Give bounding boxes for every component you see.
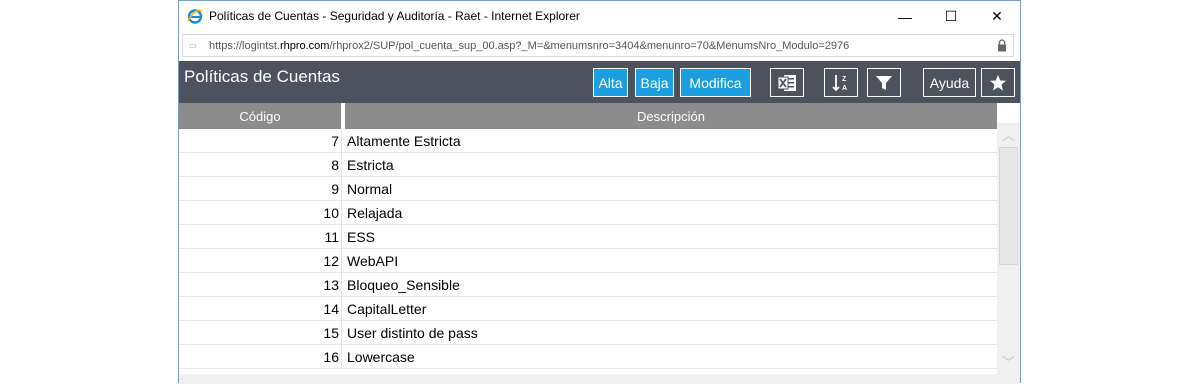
table-row[interactable]: 15 User distinto de pass [179,321,997,345]
svg-text:A: A [842,85,847,92]
favorite-button[interactable] [981,68,1015,97]
code-cell: 9 [179,177,342,201]
maximize-icon: ☐ [944,8,958,24]
description-cell: Lowercase [347,349,415,365]
page-icon: ▭ [189,41,197,50]
window-title: Políticas de Cuentas - Seguridad y Audit… [209,9,580,23]
filter-button[interactable] [867,68,901,97]
url-path: /rhprox2/SUP/pol_cuenta_sup_00.asp?_M=&m… [329,40,850,52]
sort-button[interactable]: Z A [824,68,858,97]
table-row[interactable]: 14 CapitalLetter [179,297,997,321]
description-cell: Bloqueo_Sensible [347,277,460,293]
browser-window: Políticas de Cuentas - Seguridad y Audit… [178,0,1021,384]
lock-icon [998,39,1006,52]
description-cell: Altamente Estricta [347,133,461,149]
page-title: Políticas de Cuentas [184,67,340,86]
ayuda-button[interactable]: Ayuda [923,68,976,97]
description-cell: WebAPI [347,253,399,269]
code-cell: 8 [179,153,342,177]
scrollbar-thumb[interactable] [999,147,1018,265]
table-row[interactable]: 16 Lowercase [179,345,997,369]
maximize-button[interactable]: ☐ [928,1,974,32]
filter-icon [876,75,892,90]
code-cell: 7 [179,129,342,153]
code-cell: 13 [179,273,342,297]
url-domain: rhpro.com [279,40,330,52]
description-cell: User distinto de pass [347,325,478,341]
code-cell: 11 [179,225,342,249]
description-cell: ESS [347,229,376,245]
svg-text:Z: Z [842,76,847,83]
internet-explorer-icon [187,9,203,24]
close-button[interactable]: ✕ [974,1,1020,32]
code-cell: 14 [179,297,342,321]
baja-button[interactable]: Baja [635,68,674,97]
code-cell: 15 [179,321,342,345]
description-cell: CapitalLetter [347,301,427,317]
excel-icon [777,74,796,91]
description-cell: Relajada [347,205,403,221]
description-cell: Normal [347,181,393,197]
table-row[interactable]: 9 Normal [179,177,997,201]
address-field[interactable]: ▭ https://logintst.rhpro.com/rhprox2/SUP… [182,34,1014,57]
column-header-codigo[interactable]: Código [179,103,343,129]
code-cell: 10 [179,201,342,225]
table-row[interactable]: 12 WebAPI [179,249,997,273]
scroll-up-icon[interactable]: ︿ [997,125,1020,143]
column-header-descripcion[interactable]: Descripción [345,103,997,129]
code-cell: 16 [179,345,342,369]
table-row[interactable]: 11 ESS [179,225,997,249]
table-row[interactable]: 13 Bloqueo_Sensible [179,273,997,297]
table-row[interactable]: 8 Estricta [179,153,997,177]
grid-rows: 7 Altamente Estricta 8 Estricta 9 Normal 10 Rel… [179,129,997,369]
description-cell: Estricta [347,157,394,173]
close-icon: ✕ [991,8,1003,24]
data-grid: Código Descripción 7 Altamente Estricta 8 E… [179,103,1020,384]
alta-button[interactable]: Alta [593,68,628,97]
table-row[interactable]: 7 Altamente Estricta [179,129,997,153]
minimize-button[interactable]: — [882,1,928,32]
sort-icon: Z A [832,74,847,92]
app-toolbar: Políticas de Cuentas Alta Baja Modifica … [179,61,1020,103]
code-cell: 12 [179,249,342,273]
scroll-down-icon[interactable]: ﹀ [997,352,1020,370]
minimize-icon: — [898,8,912,25]
address-bar: ▭ https://logintst.rhpro.com/rhprox2/SUP… [179,32,1020,61]
star-icon [990,74,1006,90]
title-bar: Políticas de Cuentas - Seguridad y Audit… [179,1,1020,32]
vertical-scrollbar[interactable]: ︿ ﹀ [997,123,1020,377]
modifica-button[interactable]: Modifica [680,68,751,97]
table-row[interactable]: 10 Relajada [179,201,997,225]
url-text[interactable]: https://logintst.rhpro.com/rhprox2/SUP/p… [209,40,849,52]
url-prefix: https://logintst. [209,40,280,52]
excel-export-button[interactable] [770,68,804,97]
